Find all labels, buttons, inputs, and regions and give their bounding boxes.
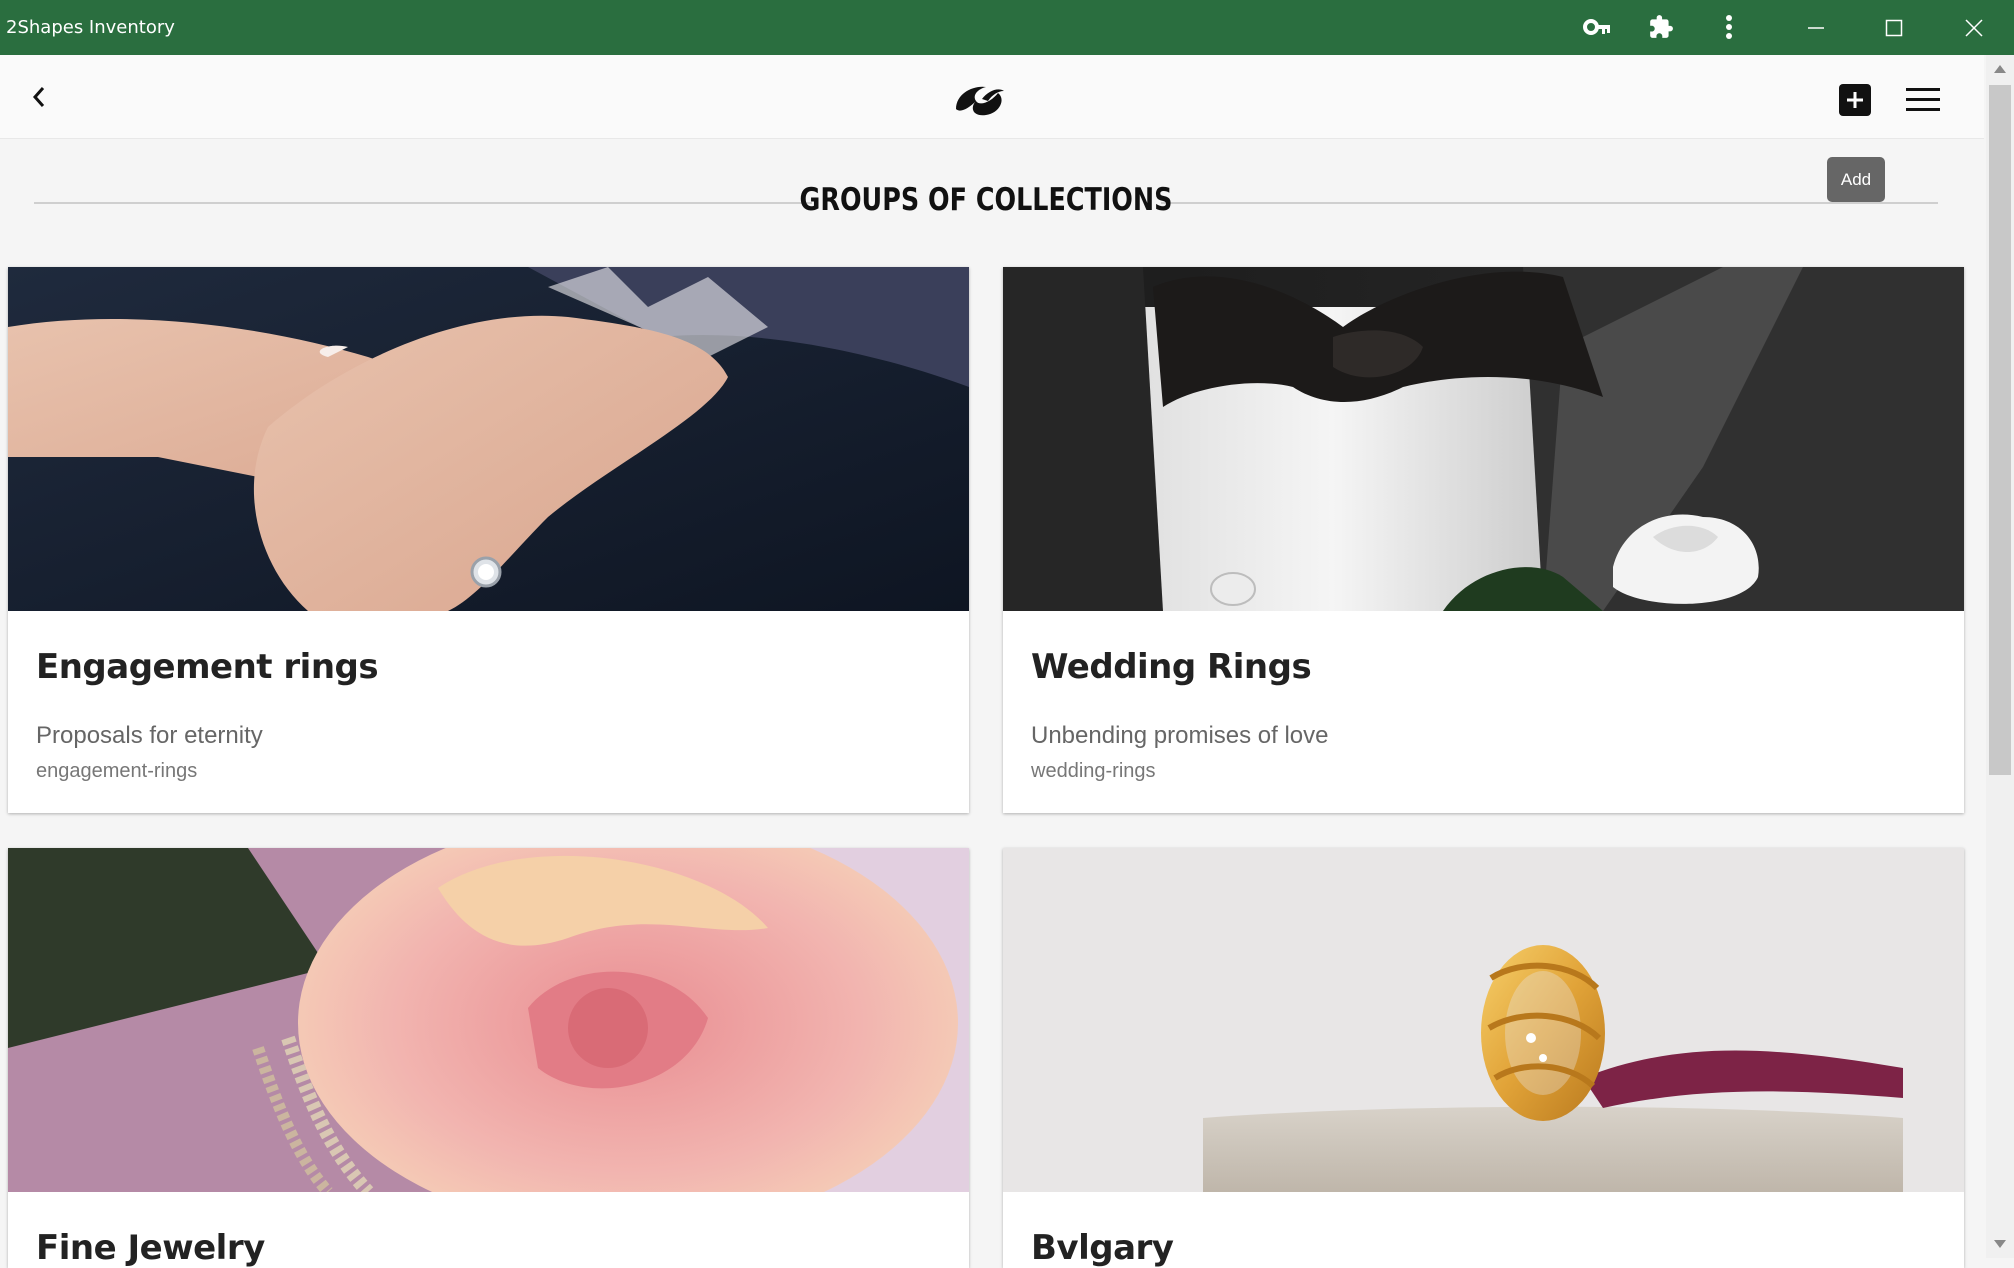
collection-card-fine-jewelry[interactable]: Fine Jewelry bbox=[8, 848, 969, 1268]
app-header bbox=[0, 55, 1984, 139]
vertical-scrollbar[interactable] bbox=[1986, 55, 2014, 1258]
window-title: 2Shapes Inventory bbox=[6, 17, 175, 38]
card-title: Wedding Rings bbox=[1031, 647, 1312, 687]
collection-card-bvlgary[interactable]: Bvlgary bbox=[1003, 848, 1964, 1268]
card-title: Fine Jewelry bbox=[36, 1228, 265, 1268]
scroll-down-icon[interactable] bbox=[1994, 1240, 2006, 1248]
card-title: Engagement rings bbox=[36, 647, 379, 687]
card-title: Bvlgary bbox=[1031, 1228, 1174, 1268]
menu-button[interactable] bbox=[1906, 86, 1942, 114]
card-image-wedding bbox=[1003, 267, 1964, 611]
app-logo[interactable] bbox=[952, 79, 1008, 119]
card-slug: engagement-rings bbox=[36, 760, 198, 782]
collection-card-wedding-rings[interactable]: Wedding Rings Unbending promises of love… bbox=[1003, 267, 1964, 813]
hamburger-icon bbox=[1906, 88, 1940, 111]
card-image-engagement bbox=[8, 267, 969, 611]
back-button[interactable] bbox=[24, 82, 54, 112]
main-content: GROUPS OF COLLECTIONS Engagement rings P… bbox=[0, 140, 1984, 1268]
close-button[interactable] bbox=[1936, 0, 2012, 55]
card-image-bvlgary bbox=[1003, 848, 1964, 1192]
card-subtitle: Unbending promises of love bbox=[1031, 722, 1329, 749]
window-titlebar: 2Shapes Inventory bbox=[0, 0, 2014, 55]
puzzle-icon[interactable] bbox=[1646, 12, 1676, 42]
maximize-button[interactable] bbox=[1856, 0, 1932, 55]
collection-card-engagement-rings[interactable]: Engagement rings Proposals for eternity … bbox=[8, 267, 969, 813]
minimize-button[interactable] bbox=[1778, 0, 1854, 55]
card-subtitle: Proposals for eternity bbox=[36, 722, 263, 749]
card-image-fine-jewelry bbox=[8, 848, 969, 1192]
scrollbar-thumb[interactable] bbox=[1989, 85, 2011, 775]
more-vert-icon[interactable] bbox=[1714, 12, 1744, 42]
chevron-left-icon bbox=[32, 87, 45, 107]
add-button[interactable] bbox=[1839, 84, 1871, 116]
key-icon[interactable] bbox=[1582, 12, 1612, 42]
plus-icon bbox=[1847, 92, 1863, 108]
card-slug: wedding-rings bbox=[1031, 760, 1156, 782]
scroll-up-icon[interactable] bbox=[1994, 65, 2006, 73]
page-title: GROUPS OF COLLECTIONS bbox=[799, 182, 1173, 218]
